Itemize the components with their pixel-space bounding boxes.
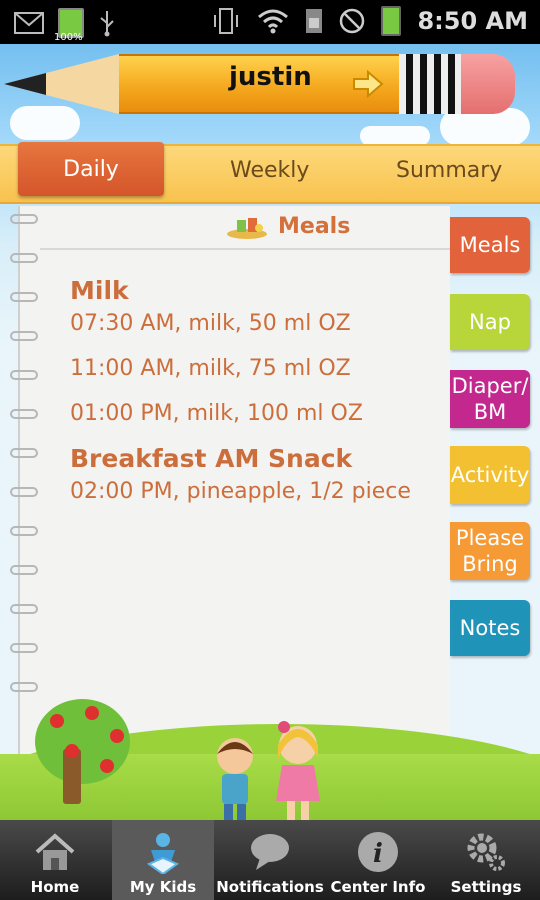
status-bar: 100% 8:50 AM [0, 0, 540, 44]
apple [65, 744, 79, 758]
nav-label: Center Info [330, 878, 426, 896]
kid-icon [146, 833, 180, 874]
side-tab-notes[interactable]: Notes [450, 600, 530, 656]
nav-home[interactable]: Home [0, 820, 110, 900]
switch-child-arrow-icon[interactable] [352, 70, 384, 98]
spiral-ring [10, 487, 38, 497]
usb-icon [100, 11, 114, 37]
status-right: 8:50 AM [211, 6, 528, 36]
clock: 8:50 AM [417, 7, 528, 35]
log-entry: 07:30 AM, milk, 50 ml OZ [70, 311, 351, 336]
apple [85, 706, 99, 720]
no-signal-icon [340, 8, 365, 34]
pencil-eraser [461, 54, 515, 114]
pencil-band [399, 54, 461, 114]
meal-log: Milk 07:30 AM, milk, 50 ml OZ 11:00 AM, … [70, 276, 450, 522]
house-icon [35, 833, 75, 870]
spiral-ring [10, 682, 38, 692]
apple [50, 714, 64, 728]
section-title: Breakfast AM Snack [70, 444, 353, 473]
pencil-lead-icon [4, 73, 46, 95]
period-tabs: Daily Weekly Summary [0, 142, 540, 204]
child-header[interactable]: justin [4, 54, 515, 114]
section-title: Milk [70, 276, 129, 305]
wifi-icon [258, 9, 289, 34]
spiral-ring [10, 448, 38, 458]
meal-tray-icon [227, 218, 267, 239]
tab-daily[interactable]: Daily [18, 142, 164, 196]
sim-icon [306, 9, 323, 33]
spiral-ring [10, 370, 38, 380]
battery-notification-icon: 100% [54, 8, 84, 43]
bottom-navigation: Home My Kids Notifications i Center Info… [0, 820, 540, 900]
notebook-title: Meals [278, 214, 351, 239]
apple [100, 759, 114, 773]
spiral-ring [10, 331, 38, 341]
side-tab-meals[interactable]: Meals [450, 217, 530, 273]
notebook-header: Meals [40, 206, 450, 250]
side-tab-please-bring[interactable]: Please Bring [450, 522, 530, 580]
spiral-ring [10, 253, 38, 263]
spiral-ring [10, 214, 38, 224]
info-icon: i [358, 832, 398, 872]
log-entry: 11:00 AM, milk, 75 ml OZ [70, 356, 351, 381]
nav-settings[interactable]: Settings [432, 820, 540, 900]
nav-my-kids[interactable]: My Kids [112, 820, 214, 900]
spiral-ring [10, 565, 38, 575]
mail-icon [14, 12, 44, 34]
nav-label: Notifications [216, 878, 324, 896]
spiral-ring [10, 292, 38, 302]
spiral-ring [10, 604, 38, 614]
status-left: 100% [14, 8, 116, 43]
tab-summary[interactable]: Summary [396, 158, 502, 183]
child-name: justin [229, 62, 312, 92]
nav-notifications[interactable]: Notifications [216, 820, 324, 900]
nav-label: Settings [450, 878, 522, 896]
apple [110, 729, 124, 743]
side-tab-nap[interactable]: Nap [450, 294, 530, 350]
vibrate-icon [214, 8, 239, 34]
spiral-ring [10, 526, 38, 536]
notebook-page: Meals Milk 07:30 AM, milk, 50 ml OZ 11:0… [10, 206, 450, 766]
side-tab-diaper-bm[interactable]: Diaper/ BM [450, 370, 530, 428]
log-entry: 01:00 PM, milk, 100 ml OZ [70, 401, 363, 426]
battery-label: 100% [54, 32, 83, 43]
side-tab-activity[interactable]: Activity [450, 446, 530, 504]
log-entry: 02:00 PM, pineapple, 1/2 piece [70, 479, 411, 504]
spiral-ring [10, 409, 38, 419]
app-screen: justin Daily Weekly Summary Meals Milk 0… [0, 44, 540, 820]
boy-character-icon [217, 738, 253, 820]
cloud [360, 126, 430, 146]
nav-label: Home [30, 878, 80, 896]
speech-bubble-icon [251, 834, 289, 870]
spiral-ring [10, 643, 38, 653]
gear-icon [467, 833, 505, 871]
tab-weekly[interactable]: Weekly [230, 158, 309, 183]
nav-label: My Kids [129, 878, 197, 896]
nav-center-info[interactable]: i Center Info [326, 820, 430, 900]
girl-character-icon [276, 721, 320, 820]
svg-text:i: i [373, 839, 383, 869]
battery-icon [381, 6, 402, 36]
